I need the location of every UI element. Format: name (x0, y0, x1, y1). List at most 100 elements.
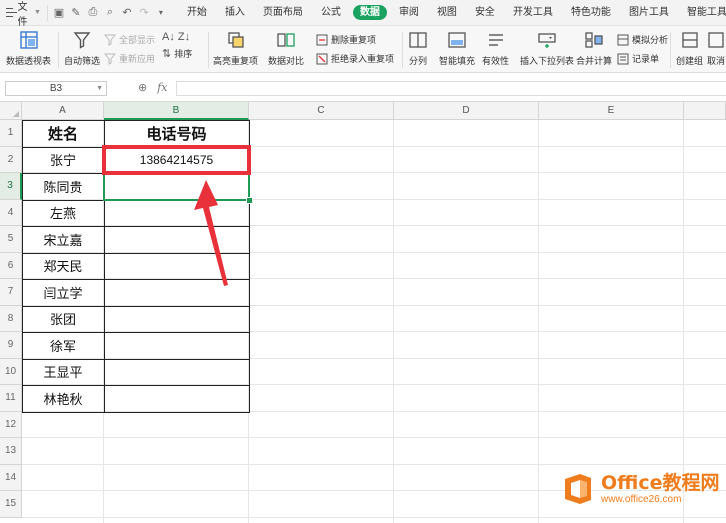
sort-icon[interactable]: ⇅ (162, 47, 171, 60)
create-group-label: 创建组 (676, 56, 704, 66)
record-form-button[interactable]: 记录单 (617, 52, 659, 65)
record-form-label: 记录单 (632, 54, 660, 64)
row-header-13[interactable]: 13 (0, 438, 22, 465)
undo-icon[interactable]: ↶ (120, 6, 134, 20)
row-header-2[interactable]: 2 (0, 146, 22, 173)
row-header-5[interactable]: 5 (0, 226, 22, 253)
cell-b11[interactable] (104, 385, 249, 412)
cell-a9[interactable]: 徐军 (22, 332, 104, 359)
autofilter-label: 自动筛选 (64, 56, 101, 66)
table-rule (22, 385, 249, 386)
select-all-corner[interactable] (0, 102, 22, 120)
name-box-value: B3 (49, 83, 63, 94)
row-header-12[interactable]: 12 (0, 411, 22, 438)
file-menu[interactable]: 文件 ▼ (0, 0, 47, 28)
tab-7[interactable]: 安全 (466, 0, 504, 26)
fx-icon[interactable]: fx (157, 81, 167, 94)
cell-a3[interactable]: 陈同贵 (22, 173, 104, 200)
data-compare-label: 数据对比 (268, 56, 305, 66)
menu-icon (6, 8, 18, 17)
row-header-4[interactable]: 4 (0, 199, 22, 226)
column-header-overflow[interactable] (684, 102, 726, 120)
ribbon-divider (402, 32, 403, 68)
insert-dropdown-icon (538, 33, 556, 48)
data-compare-icon (277, 33, 295, 47)
merge-calc-button[interactable]: 合并计算 (576, 30, 612, 67)
redo-icon[interactable]: ↷ (137, 6, 151, 20)
split-column-button[interactable]: 分列 (408, 30, 428, 67)
pivot-table-button[interactable]: 数据透视表 (6, 30, 51, 67)
autofilter-button[interactable]: 自动筛选 (64, 30, 100, 67)
formula-bar: B3 ▼ ⊕ fx (0, 73, 726, 102)
tab-2[interactable]: 页面布局 (254, 0, 312, 26)
tab-9[interactable]: 特色功能 (562, 0, 620, 26)
highlight-duplicates-button[interactable]: 高亮重复项 (213, 30, 258, 67)
column-header-b[interactable]: B (104, 102, 249, 120)
highlight-box (102, 144, 251, 175)
cell-a4[interactable]: 左燕 (22, 200, 104, 227)
column-header-d[interactable]: D (394, 102, 539, 120)
tab-6[interactable]: 视图 (428, 0, 466, 26)
cell-a5[interactable]: 宋立嘉 (22, 226, 104, 253)
cell-a2[interactable]: 张宁 (22, 147, 104, 174)
sort-descending-icon[interactable]: Z↓ (178, 31, 190, 43)
ungroup-button[interactable]: 取消 (706, 30, 726, 67)
column-header-e[interactable]: E (539, 102, 684, 120)
validity-button[interactable]: 有效性 (482, 30, 509, 67)
tab-1[interactable]: 插入 (216, 0, 254, 26)
save-icon[interactable]: ▣ (52, 6, 66, 20)
sort-ascending-icon[interactable]: A↓ (162, 31, 175, 43)
cell-b1[interactable]: 电话号码 (104, 120, 249, 147)
tab-10[interactable]: 图片工具 (620, 0, 678, 26)
tab-8[interactable]: 开发工具 (504, 0, 562, 26)
print-preview-icon[interactable]: ⌕ (103, 6, 117, 20)
zoom-formula-icon[interactable]: ⊕ (138, 81, 147, 94)
cell-b8[interactable] (104, 306, 249, 333)
row-header-11[interactable]: 11 (0, 385, 22, 412)
ribbon-divider (208, 32, 209, 68)
row-header-10[interactable]: 10 (0, 358, 22, 385)
formula-input[interactable] (176, 81, 726, 96)
row-header-7[interactable]: 7 (0, 279, 22, 306)
row-header-6[interactable]: 6 (0, 252, 22, 279)
tab-11[interactable]: 智能工具箱 (678, 0, 726, 26)
merge-calc-icon (585, 32, 603, 48)
reject-duplicates-button[interactable]: 拒绝录入重复项 (316, 52, 394, 65)
sort-label[interactable]: 排序 (174, 47, 192, 60)
cell-a6[interactable]: 郑天民 (22, 253, 104, 280)
create-group-button[interactable]: 创建组 (676, 30, 703, 67)
cell-b10[interactable] (104, 359, 249, 386)
tab-0[interactable]: 开始 (178, 0, 216, 26)
row-header-15[interactable]: 15 (0, 491, 22, 518)
cell-a7[interactable]: 闫立学 (22, 279, 104, 306)
column-header-c[interactable]: C (249, 102, 394, 120)
row-header-1[interactable]: 1 (0, 120, 22, 147)
format-painter-icon[interactable]: ✎ (69, 6, 83, 20)
remove-duplicates-button[interactable]: 删除重复项 (316, 33, 376, 46)
data-compare-button[interactable]: 数据对比 (268, 30, 304, 67)
name-box[interactable]: B3 ▼ (5, 81, 107, 96)
tab-5[interactable]: 审阅 (390, 0, 428, 26)
cell-a1[interactable]: 姓名 (22, 120, 104, 147)
cell-a11[interactable]: 林艳秋 (22, 385, 104, 412)
row-header-8[interactable]: 8 (0, 305, 22, 332)
reapply-button[interactable]: 重新应用 (104, 52, 155, 65)
print-icon[interactable]: ⎙ (86, 6, 100, 20)
cell-a10[interactable]: 王显平 (22, 359, 104, 386)
cell-b9[interactable] (104, 332, 249, 359)
remove-duplicates-label: 删除重复项 (331, 35, 377, 45)
column-header-a[interactable]: A (22, 102, 104, 120)
row-header-9[interactable]: 9 (0, 332, 22, 359)
chevron-down-icon[interactable]: ▼ (96, 82, 103, 95)
tab-4[interactable]: 数据 (352, 5, 387, 20)
cell-a8[interactable]: 张团 (22, 306, 104, 333)
show-all-button[interactable]: 全部显示 (104, 33, 155, 46)
row-header-14[interactable]: 14 (0, 464, 22, 491)
insert-dropdown-button[interactable]: 插入下拉列表 (520, 30, 574, 67)
smart-fill-button[interactable]: 智能填充 (439, 30, 475, 67)
record-form-icon (617, 53, 629, 64)
simulate-analysis-button[interactable]: 模拟分析 (617, 33, 668, 46)
tab-3[interactable]: 公式 (312, 0, 350, 26)
row-header-3[interactable]: 3 (0, 173, 22, 200)
more-icon[interactable]: ▾ (154, 6, 168, 20)
